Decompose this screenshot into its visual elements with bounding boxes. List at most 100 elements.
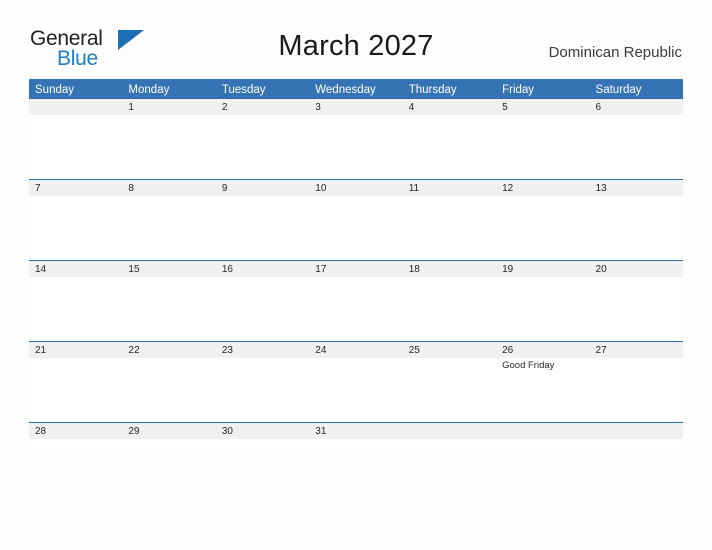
day-cell[interactable]: 30 bbox=[215, 422, 310, 450]
day-events bbox=[403, 115, 496, 117]
day-cell[interactable]: 6 bbox=[589, 98, 683, 179]
day-cell[interactable]: 29 bbox=[122, 422, 216, 450]
country-label: Dominican Republic bbox=[548, 44, 682, 61]
day-events bbox=[309, 358, 402, 360]
calendar-week-row: 14 15 16 17 18 19 20 bbox=[29, 260, 683, 341]
day-cell[interactable]: 19 bbox=[496, 260, 590, 341]
calendar-page: General Blue March 2027 Dominican Republ… bbox=[0, 0, 712, 550]
calendar-week-row: 1 2 3 4 5 6 bbox=[29, 98, 683, 179]
day-events bbox=[216, 277, 309, 279]
day-number: 21 bbox=[29, 342, 123, 358]
day-number bbox=[589, 423, 683, 439]
day-cell[interactable]: 2 bbox=[215, 98, 310, 179]
day-events bbox=[29, 358, 122, 360]
day-number: 24 bbox=[309, 342, 403, 358]
day-number bbox=[496, 423, 590, 439]
day-cell[interactable]: 26 Good Friday bbox=[496, 341, 590, 422]
day-events bbox=[590, 358, 683, 360]
day-number: 23 bbox=[215, 342, 310, 358]
day-cell[interactable]: 20 bbox=[589, 260, 683, 341]
dow-tuesday: Tuesday bbox=[221, 84, 266, 96]
day-number: 1 bbox=[122, 99, 216, 115]
calendar-week-row: 7 8 9 10 11 12 13 bbox=[29, 179, 683, 260]
day-cell[interactable]: 3 bbox=[309, 98, 403, 179]
day-number: 29 bbox=[122, 423, 216, 439]
day-cell[interactable] bbox=[402, 422, 497, 450]
day-number: 15 bbox=[122, 261, 216, 277]
day-cell[interactable]: 18 bbox=[402, 260, 497, 341]
day-events bbox=[496, 196, 589, 198]
day-number: 11 bbox=[402, 180, 497, 196]
calendar-grid: Sunday Monday Tuesday Wednesday Thursday… bbox=[29, 79, 683, 450]
day-events bbox=[29, 196, 122, 198]
day-cell[interactable]: 14 bbox=[29, 260, 123, 341]
day-cell[interactable]: 21 bbox=[29, 341, 123, 422]
day-cell[interactable]: 15 bbox=[122, 260, 216, 341]
dow-sunday: Sunday bbox=[35, 84, 75, 96]
event-label[interactable]: Good Friday bbox=[502, 360, 585, 372]
day-cell[interactable]: 25 bbox=[402, 341, 497, 422]
day-number: 27 bbox=[589, 342, 683, 358]
day-cell[interactable]: 10 bbox=[309, 179, 403, 260]
day-cell[interactable]: 22 bbox=[122, 341, 216, 422]
day-cell[interactable]: 7 bbox=[29, 179, 123, 260]
day-cell[interactable]: 16 bbox=[215, 260, 310, 341]
day-number: 6 bbox=[589, 99, 683, 115]
day-events bbox=[403, 277, 496, 279]
day-events bbox=[590, 277, 683, 279]
day-cell[interactable] bbox=[589, 422, 683, 450]
day-cell[interactable]: 8 bbox=[122, 179, 216, 260]
day-number bbox=[402, 423, 497, 439]
day-number: 16 bbox=[215, 261, 310, 277]
day-events bbox=[216, 358, 309, 360]
day-cell[interactable]: 13 bbox=[589, 179, 683, 260]
day-number: 5 bbox=[496, 99, 590, 115]
day-number: 4 bbox=[402, 99, 497, 115]
day-number: 18 bbox=[402, 261, 497, 277]
day-number: 31 bbox=[309, 423, 403, 439]
day-events bbox=[496, 115, 589, 117]
day-events bbox=[309, 196, 402, 198]
day-number: 14 bbox=[29, 261, 123, 277]
day-events bbox=[590, 196, 683, 198]
day-cell[interactable]: 5 bbox=[496, 98, 590, 179]
day-number: 13 bbox=[589, 180, 683, 196]
day-cell[interactable] bbox=[29, 98, 123, 179]
day-cell[interactable]: 11 bbox=[402, 179, 497, 260]
day-events bbox=[216, 196, 309, 198]
dow-wednesday: Wednesday bbox=[315, 84, 376, 96]
day-events bbox=[122, 115, 215, 117]
day-number: 30 bbox=[215, 423, 310, 439]
day-number: 20 bbox=[589, 261, 683, 277]
day-events bbox=[122, 196, 215, 198]
day-events bbox=[496, 277, 589, 279]
day-number: 28 bbox=[29, 423, 123, 439]
day-events bbox=[309, 277, 402, 279]
dow-saturday: Saturday bbox=[595, 84, 642, 96]
dow-monday: Monday bbox=[128, 84, 170, 96]
day-number: 8 bbox=[122, 180, 216, 196]
day-cell[interactable]: 4 bbox=[402, 98, 497, 179]
day-number: 17 bbox=[309, 261, 403, 277]
day-cell[interactable] bbox=[496, 422, 590, 450]
day-cell[interactable]: 1 bbox=[122, 98, 216, 179]
calendar-week-row: 21 22 23 24 25 26 Good Friday 27 bbox=[29, 341, 683, 422]
day-cell[interactable]: 12 bbox=[496, 179, 590, 260]
day-cell[interactable]: 28 bbox=[29, 422, 123, 450]
day-cell[interactable]: 31 bbox=[309, 422, 403, 450]
day-cell[interactable]: 9 bbox=[215, 179, 310, 260]
day-number: 19 bbox=[496, 261, 590, 277]
day-number: 2 bbox=[215, 99, 310, 115]
day-events bbox=[216, 115, 309, 117]
day-events bbox=[29, 277, 122, 279]
day-number: 7 bbox=[29, 180, 123, 196]
day-events: Good Friday bbox=[496, 358, 589, 372]
day-cell[interactable]: 23 bbox=[215, 341, 310, 422]
day-number: 12 bbox=[496, 180, 590, 196]
day-cell[interactable]: 27 bbox=[589, 341, 683, 422]
day-events bbox=[309, 115, 402, 117]
day-cell[interactable]: 24 bbox=[309, 341, 403, 422]
day-cell[interactable]: 17 bbox=[309, 260, 403, 341]
day-number bbox=[29, 99, 123, 115]
day-of-week-header: Sunday Monday Tuesday Wednesday Thursday… bbox=[29, 79, 683, 98]
